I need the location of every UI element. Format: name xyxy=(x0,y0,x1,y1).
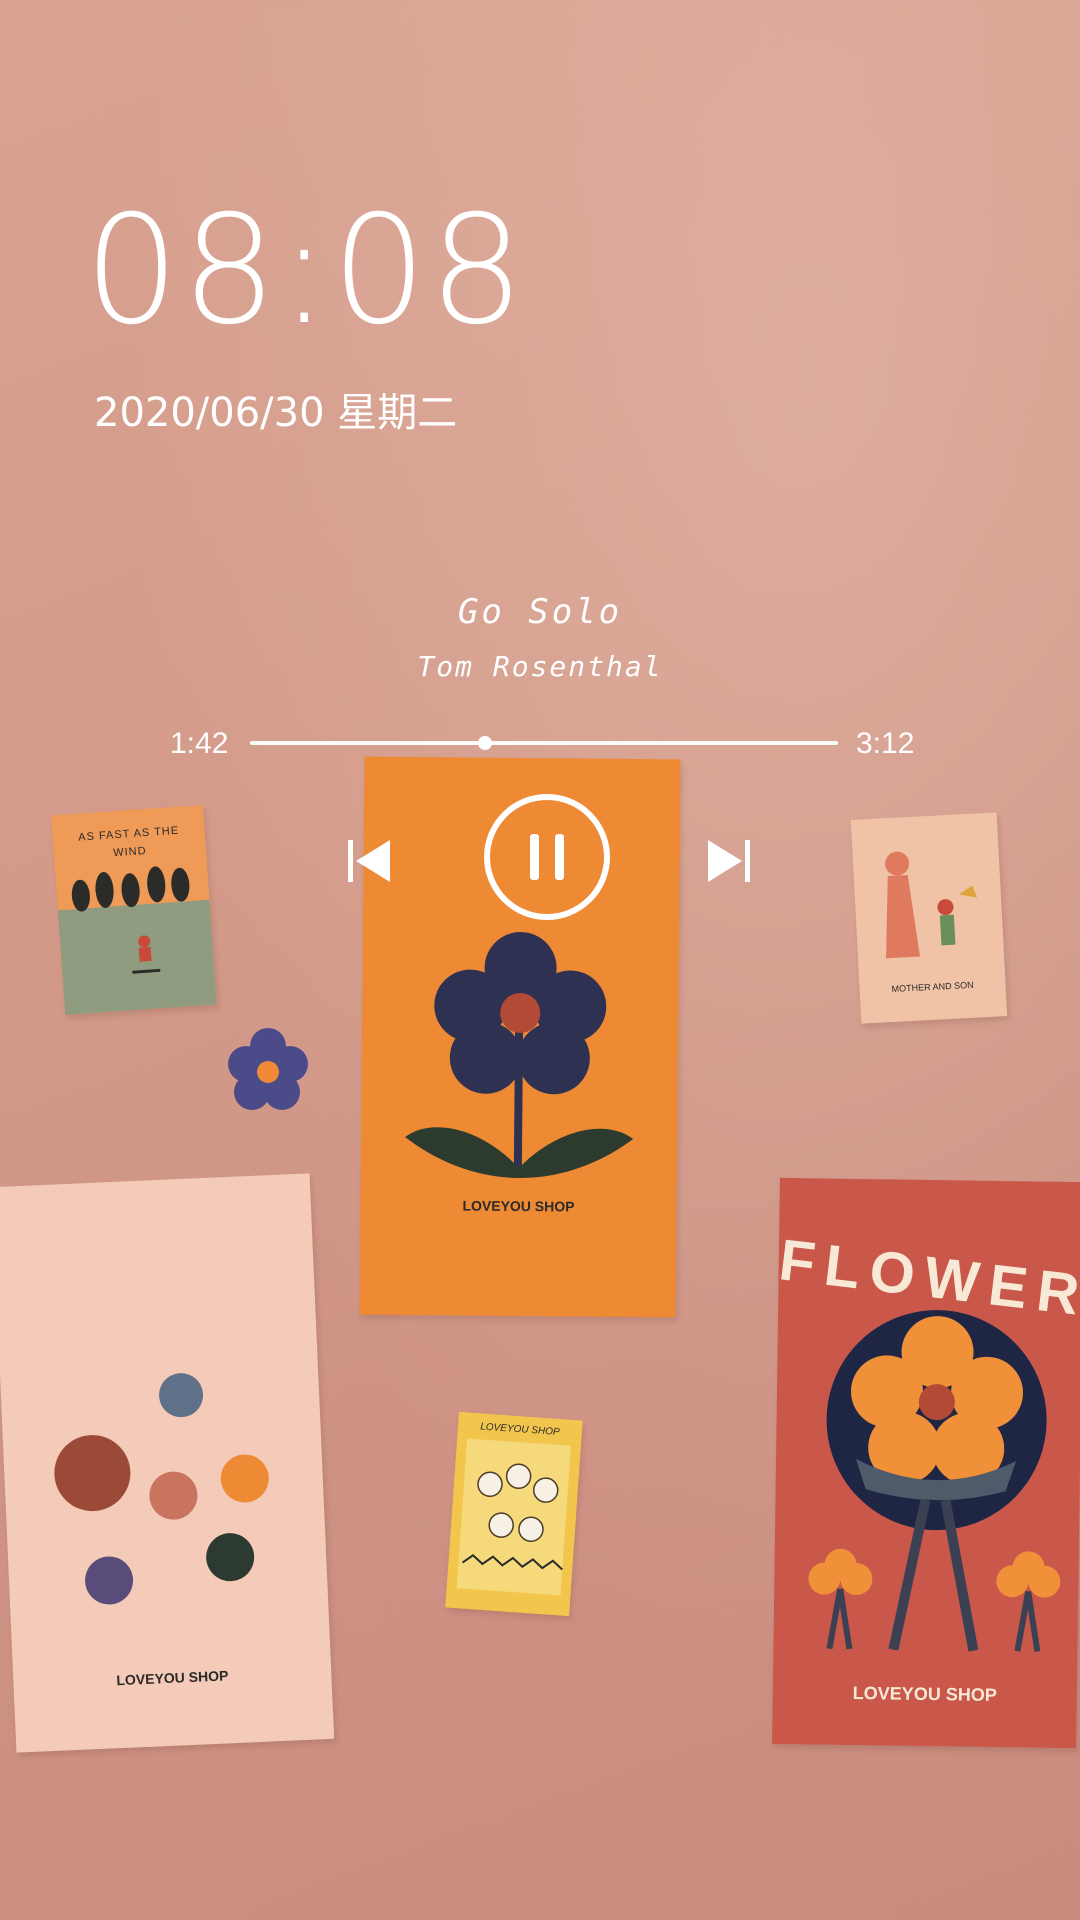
peanuts-illustration xyxy=(456,1438,571,1596)
skip-previous-icon xyxy=(348,840,390,882)
wallpaper-card-wind: AS FAST AS THE WIND xyxy=(51,804,217,1016)
total-time: 3:12 xyxy=(856,727,915,760)
song-title: Go Solo xyxy=(457,592,623,632)
wallpaper-card-peanuts: LOVEYOU SHOP xyxy=(445,1411,583,1617)
lockscreen-date: 2020/06/30 星期二 xyxy=(94,390,458,436)
elapsed-time: 1:42 xyxy=(170,727,229,760)
lockscreen-clock: 08:08 xyxy=(84,184,527,358)
next-track-button[interactable] xyxy=(706,836,752,886)
pause-icon xyxy=(530,834,564,880)
previous-track-button[interactable] xyxy=(346,836,392,886)
progress-bar[interactable] xyxy=(250,736,838,750)
wallpaper-flower-sticker xyxy=(228,1026,308,1114)
flower-poster-brand-label: LOVEYOU SHOP xyxy=(852,1682,997,1705)
wallpaper-card-faces: LOVEYOU SHOP xyxy=(0,1173,335,1753)
wallpaper-card-mother-son: MOTHER AND SON xyxy=(850,812,1008,1024)
play-pause-button[interactable] xyxy=(484,794,610,920)
skip-next-icon xyxy=(708,840,750,882)
progress-thumb[interactable] xyxy=(478,736,493,750)
wallpaper-card-flower-poster: FLOWER LOVEYOU SHOP xyxy=(772,1177,1080,1749)
song-artist: Tom Rosenthal xyxy=(417,650,663,683)
orange-card-brand-label: LOVEYOU SHOP xyxy=(462,1197,575,1215)
